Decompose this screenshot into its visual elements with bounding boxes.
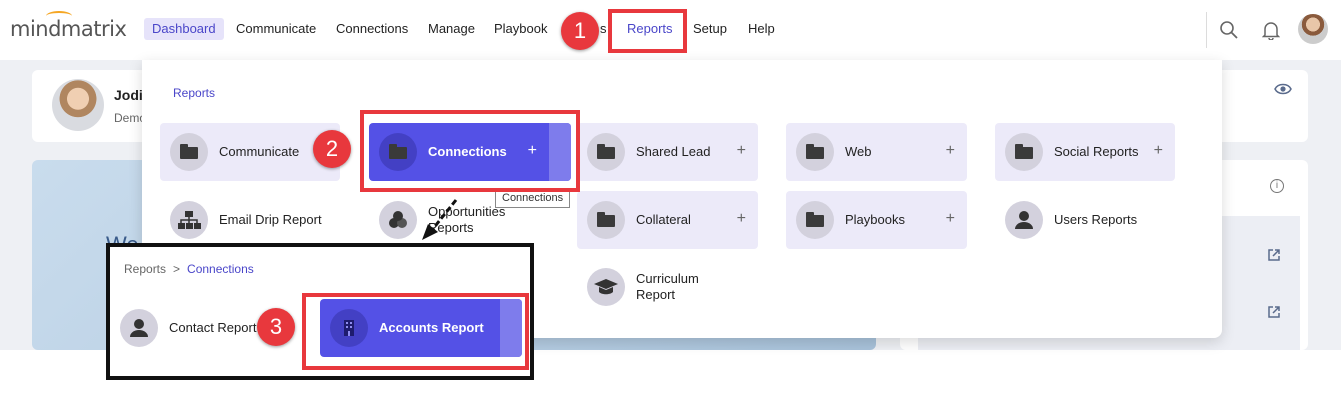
graduation-cap-icon <box>587 268 625 306</box>
dropdown-heading: Reports <box>173 86 216 100</box>
folder-icon <box>796 133 834 171</box>
highlight-reports <box>608 9 687 53</box>
nav-playbook[interactable]: Playbook <box>494 18 547 40</box>
nav-manage[interactable]: Manage <box>428 18 475 40</box>
sitemap-icon <box>170 201 208 239</box>
expand-icon[interactable]: + <box>737 142 746 160</box>
user-icon <box>120 309 158 347</box>
logo[interactable]: mindmatrix <box>10 11 127 41</box>
eye-icon[interactable] <box>1274 82 1292 96</box>
step-badge-2: 2 <box>313 130 351 168</box>
nav-dashboard[interactable]: Dashboard <box>144 18 224 40</box>
folder-icon <box>587 133 625 171</box>
step-badge-3: 3 <box>257 308 295 346</box>
breadcrumb: Reports > Connections <box>124 262 254 276</box>
expand-icon[interactable]: + <box>1154 142 1163 160</box>
nav-connections[interactable]: Connections <box>336 18 408 40</box>
nav-divider <box>1206 12 1207 48</box>
avatar[interactable] <box>1298 14 1328 44</box>
report-tile-playbooks[interactable]: Playbooks + <box>786 191 967 249</box>
nav-setup[interactable]: Setup <box>693 18 727 40</box>
search-icon[interactable] <box>1219 20 1239 40</box>
breadcrumb-current[interactable]: Connections <box>187 262 254 276</box>
expand-icon[interactable]: + <box>737 210 746 228</box>
arrow-icon <box>422 199 458 240</box>
report-tile-users[interactable]: Users Reports <box>995 191 1175 249</box>
folder-icon <box>796 201 834 239</box>
profile-name: Jodi <box>114 87 143 103</box>
nav-communicate[interactable]: Communicate <box>236 18 316 40</box>
highlight-accounts <box>302 293 529 370</box>
report-tile-collateral[interactable]: Collateral + <box>577 191 758 249</box>
folder-icon <box>1005 133 1043 171</box>
nav-help[interactable]: Help <box>748 18 775 40</box>
external-link-icon[interactable] <box>1267 305 1281 319</box>
info-icon[interactable]: i <box>1270 179 1284 193</box>
nav-hidden-item[interactable]: s <box>600 18 607 40</box>
coins-icon <box>379 201 417 239</box>
user-icon <box>1005 201 1043 239</box>
profile-avatar <box>52 79 104 131</box>
report-tile-email-drip[interactable]: Email Drip Report <box>160 191 350 249</box>
report-tile-curriculum[interactable]: Curriculum Report <box>577 258 758 316</box>
breadcrumb-root[interactable]: Reports <box>124 262 166 276</box>
expand-icon[interactable]: + <box>946 210 955 228</box>
expand-icon[interactable]: + <box>946 142 955 160</box>
report-tile-shared-lead[interactable]: Shared Lead + <box>577 123 758 181</box>
bell-icon[interactable] <box>1262 20 1280 40</box>
report-tile-social-reports[interactable]: Social Reports + <box>995 123 1175 181</box>
folder-icon <box>170 133 208 171</box>
external-link-icon[interactable] <box>1267 248 1281 262</box>
folder-icon <box>587 201 625 239</box>
step-badge-1: 1 <box>561 12 599 50</box>
highlight-connections <box>360 110 580 192</box>
report-tile-web[interactable]: Web + <box>786 123 967 181</box>
